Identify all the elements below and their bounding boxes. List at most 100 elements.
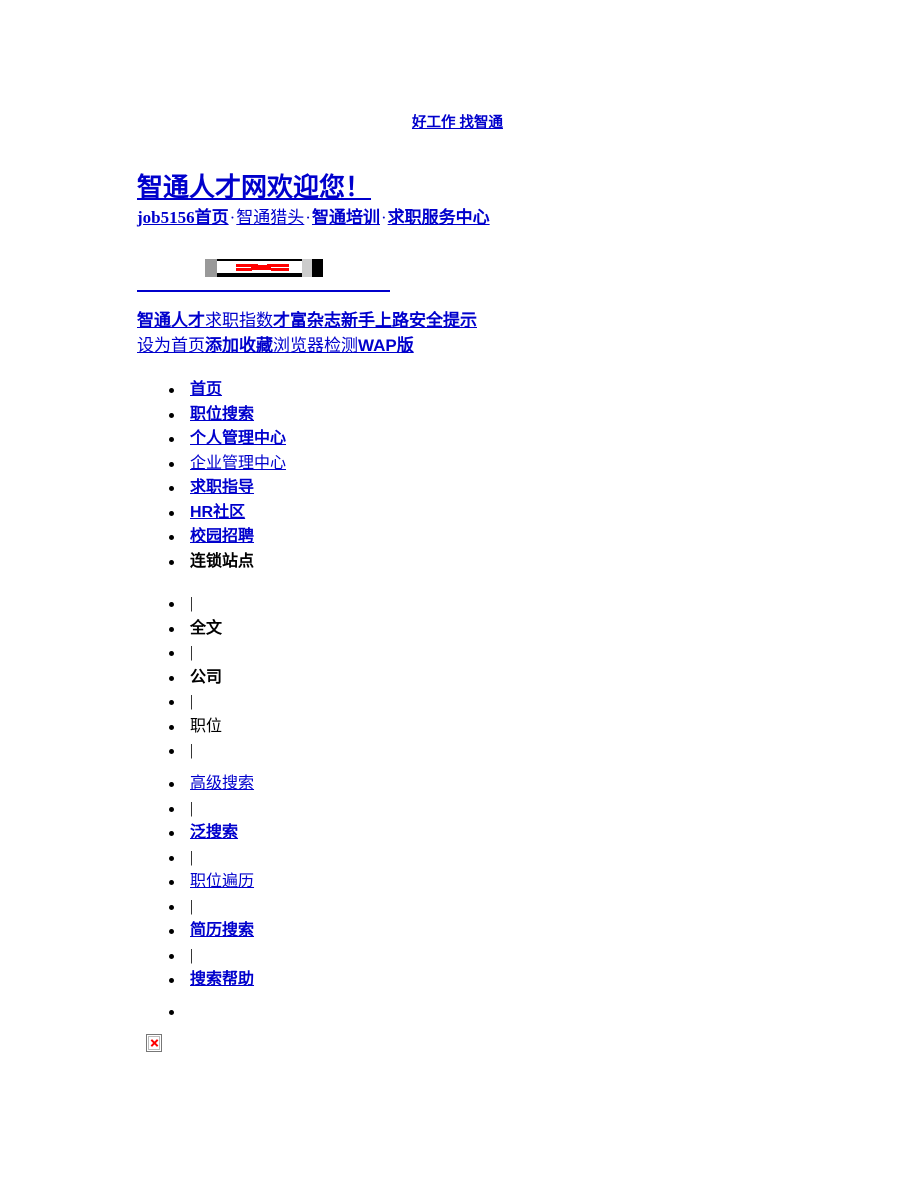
list-item[interactable]: 全文 [137, 617, 537, 642]
list-item: 连锁站点 [137, 550, 537, 575]
list-item[interactable]: 职位搜索 [137, 403, 537, 428]
list-item[interactable]: 企业管理中心 [137, 452, 537, 477]
tool-broad-search[interactable]: 泛搜索 [190, 824, 238, 841]
list-item: | [137, 944, 537, 969]
scope-separator: | [190, 742, 194, 759]
page-title[interactable]: 智通人才网欢迎您！ [137, 170, 371, 204]
bullet-icon [169, 855, 174, 861]
bullet-icon [169, 929, 174, 934]
banner-red-mark [236, 268, 252, 271]
nav-item-enterprise-center[interactable]: 企业管理中心 [190, 455, 286, 472]
nav-item-job-search[interactable]: 职位搜索 [190, 406, 254, 423]
nav-item-campus-recruitment[interactable]: 校园招聘 [190, 528, 254, 545]
list-item[interactable]: 求职指导 [137, 476, 537, 501]
list-item[interactable]: HR社区 [137, 501, 537, 526]
nav-item-personal-center[interactable]: 个人管理中心 [190, 430, 286, 447]
bullet-icon [169, 412, 174, 418]
list-item[interactable]: 个人管理中心 [137, 427, 537, 452]
sub-link-job-index[interactable]: 求职指数 [205, 311, 273, 330]
bullet-icon [169, 559, 174, 565]
tool-separator: | [190, 897, 194, 915]
scope-option-company[interactable]: 公司 [190, 669, 222, 686]
nav-item-home[interactable]: 首页 [190, 381, 222, 398]
nav-item-career-guide[interactable]: 求职指导 [190, 479, 254, 496]
bullet-icon [169, 1010, 174, 1015]
channel-link-headhunting[interactable]: 智通猎头 [236, 208, 304, 227]
trailing-list [137, 1000, 537, 1025]
scope-separator: | [190, 693, 194, 710]
banner-red-mark [267, 264, 289, 267]
list-item: | [137, 641, 537, 666]
scope-separator: | [190, 644, 194, 661]
search-tools-list: 高级搜索 | 泛搜索 | 职位遍历 | 简历搜索 | 搜索帮助 [137, 772, 537, 993]
scope-option-fulltext[interactable]: 全文 [190, 620, 222, 637]
bullet-icon [169, 626, 174, 632]
banner-top-edge [217, 259, 302, 261]
bullet-icon [169, 388, 174, 393]
broken-image-icon[interactable] [146, 1034, 162, 1052]
secondary-links: 智通人才求职指数才富杂志新手上路安全提示设为首页添加收藏浏览器检测WAP版 [137, 308, 557, 358]
list-item[interactable]: 泛搜索 [137, 821, 537, 846]
tool-advanced-search[interactable]: 高级搜索 [190, 775, 254, 792]
main-navigation-list: 首页 职位搜索 个人管理中心 企业管理中心 求职指导 HR社区 校园招聘 连锁站… [137, 378, 537, 574]
channel-link-service-center[interactable]: 求职服务中心 [388, 208, 490, 227]
tool-search-help[interactable]: 搜索帮助 [190, 971, 254, 988]
scope-option-position[interactable]: 职位 [190, 718, 222, 735]
sub-link-zhitong-talent[interactable]: 智通人才 [137, 311, 205, 330]
bullet-icon [169, 535, 174, 540]
site-tagline-link[interactable]: 好工作 找智通 [412, 115, 503, 131]
list-item[interactable]: 公司 [137, 666, 537, 691]
sub-link-browser-check[interactable]: 浏览器检测 [273, 336, 358, 355]
channel-link-job5156[interactable]: job5156首页 [137, 208, 229, 227]
bullet-icon [169, 675, 174, 681]
sub-link-safety-tips[interactable]: 安全提示 [409, 311, 477, 330]
list-item: | [137, 690, 537, 715]
bullet-icon [169, 904, 174, 910]
list-item [137, 1000, 537, 1025]
sub-link-caifu-magazine[interactable]: 才富杂志 [273, 311, 341, 330]
sub-link-newbie-guide[interactable]: 新手上路 [341, 311, 409, 330]
bullet-icon [169, 602, 174, 607]
bullet-icon [169, 461, 174, 467]
sub-link-add-favorite[interactable]: 添加收藏 [205, 336, 273, 355]
list-item[interactable]: 职位遍历 [137, 870, 537, 895]
list-item: | [137, 592, 537, 617]
list-item[interactable]: 高级搜索 [137, 772, 537, 797]
tool-resume-search[interactable]: 简历搜索 [190, 922, 254, 939]
banner-broken-image[interactable] [205, 259, 323, 277]
list-item[interactable]: 职位 [137, 715, 537, 740]
nav-item-hr-community[interactable]: HR社区 [190, 504, 245, 521]
channel-links: job5156首页·智通猎头·智通培训·求职服务中心 [137, 206, 490, 230]
scope-separator: | [190, 595, 194, 612]
horizontal-rule [137, 290, 390, 292]
list-item[interactable]: 校园招聘 [137, 525, 537, 550]
bullet-icon [169, 437, 174, 442]
bullet-icon [169, 782, 174, 787]
tool-job-browse[interactable]: 职位遍历 [190, 873, 254, 890]
site-tagline: 好工作 找智通 [137, 113, 503, 133]
bullet-icon [169, 978, 174, 983]
list-item: | [137, 739, 537, 764]
bullet-icon [169, 953, 174, 959]
bullet-icon [169, 880, 174, 885]
tool-separator: | [190, 946, 194, 964]
banner-bottom-edge [217, 273, 302, 277]
search-scope-list: | 全文 | 公司 | 职位 | [137, 592, 537, 764]
banner-right-block [302, 259, 312, 277]
bullet-icon [169, 510, 174, 516]
channel-link-training[interactable]: 智通培训 [312, 208, 380, 227]
list-item[interactable]: 首页 [137, 378, 537, 403]
bullet-icon [169, 651, 174, 656]
nav-item-chain-sites: 连锁站点 [190, 552, 255, 570]
list-item: | [137, 797, 537, 822]
channel-separator: · [380, 208, 387, 227]
bullet-icon [169, 700, 174, 705]
bullet-icon [169, 749, 174, 754]
sub-link-wap-version[interactable]: WAP版 [358, 336, 414, 355]
list-item[interactable]: 简历搜索 [137, 919, 537, 944]
list-item[interactable]: 搜索帮助 [137, 968, 537, 993]
bullet-icon [169, 806, 174, 812]
banner-red-mark [271, 268, 289, 271]
sub-link-set-homepage[interactable]: 设为首页 [137, 336, 205, 355]
banner-right-dark-block [312, 259, 323, 277]
